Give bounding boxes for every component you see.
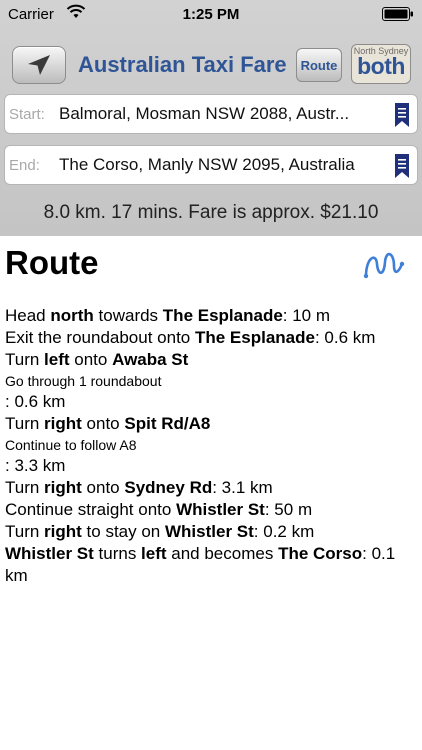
direction-emphasis: Spit Rd/A8 — [124, 414, 211, 433]
direction-text: and becomes — [166, 544, 279, 563]
direction-text: onto — [81, 478, 125, 497]
direction-emphasis: Whistler St — [165, 522, 254, 541]
direction-text: onto — [81, 414, 125, 433]
direction-step: Head north towards The Esplanade: 10 m — [5, 305, 417, 327]
route-button[interactable]: Route — [296, 48, 342, 82]
direction-text: Go through 1 roundabout — [5, 373, 162, 389]
locate-button[interactable] — [12, 46, 66, 84]
battery-icon — [382, 7, 413, 21]
direction-text: Turn — [5, 414, 45, 433]
direction-text: Exit the roundabout onto — [5, 328, 195, 347]
direction-text: : 0.6 km — [314, 328, 376, 347]
status-time: 1:25 PM — [182, 6, 240, 23]
direction-emphasis: Whistler St — [176, 500, 265, 519]
direction-emphasis: right — [44, 522, 82, 541]
header-area: Carrier 1:25 PM Australian Taxi Fare Rou… — [0, 0, 422, 236]
direction-emphasis: The Corso — [278, 544, 363, 563]
direction-text: towards — [93, 306, 163, 325]
direction-text: : 0.2 km — [253, 522, 315, 541]
direction-emphasis: Sydney Rd — [124, 478, 213, 497]
direction-emphasis: right — [44, 478, 82, 497]
direction-emphasis: left — [44, 350, 70, 369]
direction-step: : 0.6 km — [5, 391, 417, 413]
bookmark-icon[interactable] — [395, 154, 409, 178]
direction-text: Head — [5, 306, 51, 325]
map-both-label: both — [357, 53, 405, 79]
direction-emphasis: Whistler St — [5, 544, 94, 563]
direction-step: Turn right onto Spit Rd/A8 — [5, 413, 417, 435]
direction-text: Turn — [5, 478, 45, 497]
direction-emphasis: Awaba St — [112, 350, 189, 369]
start-address-input[interactable]: Balmoral, Mosman NSW 2088, Austr... — [59, 104, 379, 124]
direction-text: to stay on — [81, 522, 165, 541]
end-label: End: — [9, 157, 40, 174]
route-squiggle-icon[interactable] — [362, 246, 406, 280]
nav-bar: Australian Taxi Fare Route North Sydney … — [0, 38, 422, 92]
bookmark-icon[interactable] — [395, 103, 409, 127]
direction-text: Turn — [5, 522, 45, 541]
direction-note: Continue to follow A8 — [5, 435, 417, 455]
direction-step: Exit the roundabout onto The Esplanade: … — [5, 327, 417, 349]
direction-text: Continue straight onto — [5, 500, 177, 519]
location-arrow-icon — [28, 55, 50, 75]
direction-step: Continue straight onto Whistler St: 50 m — [5, 499, 417, 521]
direction-emphasis: The Esplanade — [194, 328, 315, 347]
direction-step: : 3.3 km — [5, 455, 417, 477]
direction-step: Turn right to stay on Whistler St: 0.2 k… — [5, 521, 417, 543]
direction-note: Go through 1 roundabout — [5, 371, 417, 391]
direction-text: : 0.6 km — [5, 392, 66, 411]
direction-text: : 3.1 km — [212, 478, 273, 497]
direction-text: Turn — [5, 350, 45, 369]
direction-step: Whistler St turns left and becomes The C… — [5, 543, 417, 587]
direction-text: turns — [93, 544, 142, 563]
directions-list: Head north towards The Esplanade: 10 m Ex… — [5, 305, 417, 587]
direction-text: : 3.3 km — [5, 456, 66, 475]
app-screen: Carrier 1:25 PM Australian Taxi Fare Rou… — [0, 0, 422, 750]
start-field[interactable]: Start: Balmoral, Mosman NSW 2088, Austr.… — [4, 94, 418, 134]
end-field[interactable]: End: The Corso, Manly NSW 2095, Australi… — [4, 145, 418, 185]
end-address-input[interactable]: The Corso, Manly NSW 2095, Australia — [59, 155, 379, 175]
direction-text: : 50 m — [264, 500, 313, 519]
direction-step: Turn left onto Awaba St — [5, 349, 417, 371]
status-bar: Carrier 1:25 PM — [0, 0, 422, 30]
direction-emphasis: right — [44, 414, 82, 433]
fare-summary: 8.0 km. 17 mins. Fare is approx. $21.10 — [43, 202, 379, 223]
direction-text: onto — [69, 350, 113, 369]
direction-step: Turn right onto Sydney Rd: 3.1 km — [5, 477, 417, 499]
direction-emphasis: north — [50, 306, 94, 325]
direction-text: : 10 m — [282, 306, 331, 325]
direction-emphasis: The Esplanade — [162, 306, 283, 325]
direction-text: Continue to follow A8 — [5, 437, 137, 453]
direction-emphasis: left — [141, 544, 167, 563]
app-title: Australian Taxi Fare — [78, 52, 287, 77]
map-both-button[interactable]: North Sydney both — [351, 44, 411, 84]
start-label: Start: — [9, 106, 45, 123]
route-heading: Route — [5, 244, 99, 281]
